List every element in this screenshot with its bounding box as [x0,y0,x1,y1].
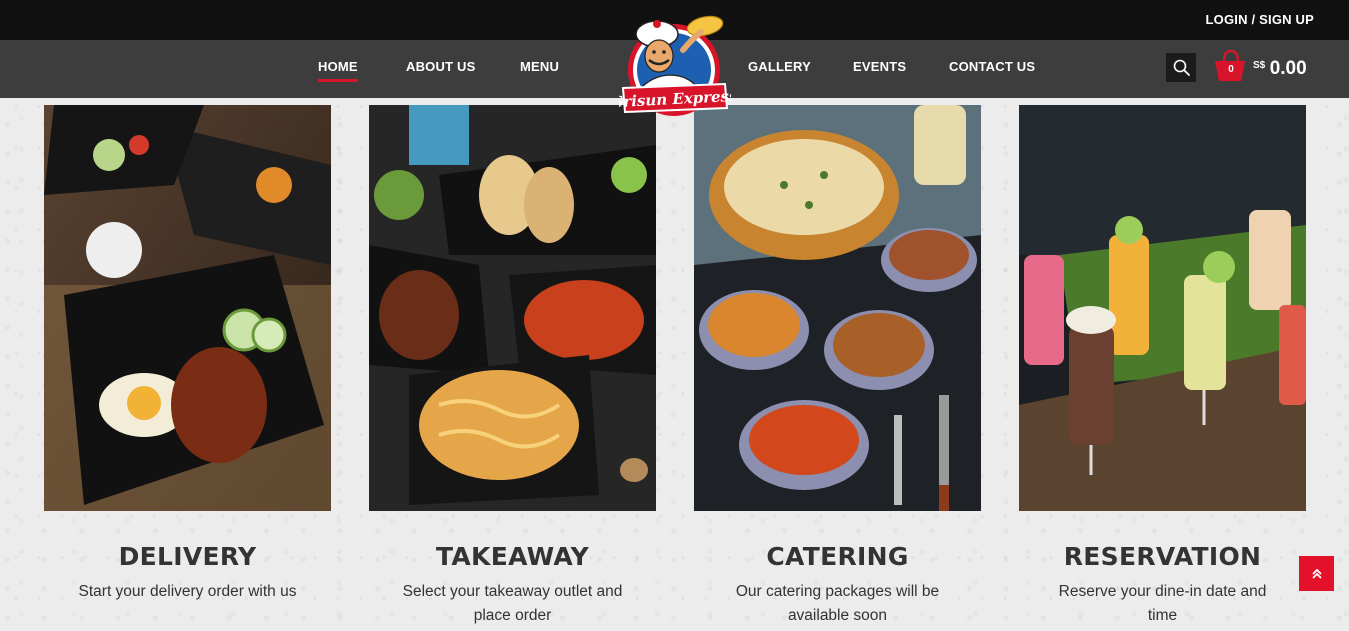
service-title: RESERVATION [1063,542,1262,571]
service-title: TAKEAWAY [435,542,590,571]
service-description: Reserve your dine-in date and time [1058,583,1267,624]
plated-rice-with-fried-egg-photo [44,105,331,511]
nav-about-us[interactable]: ABOUT US [406,59,476,74]
naan-and-curries-photo [694,105,981,511]
service-card-catering[interactable]: CATERING Our catering packages will be a… [694,105,981,628]
service-title: CATERING [766,542,909,571]
wraps-wings-and-fries-photo [369,105,656,511]
cart-currency: S$ [1253,60,1266,71]
cart-count: 0 [1228,64,1234,75]
service-description: Our catering packages will be available … [735,583,940,624]
search-button[interactable] [1166,53,1196,82]
service-title: DELIVERY [118,542,257,571]
cart-amount: 0.00 [1269,58,1307,79]
cart-total: S$ 0.00 [1253,58,1307,80]
nav-events[interactable]: EVENTS [853,59,906,74]
cart-button[interactable]: 0 [1212,47,1248,83]
chef-logo: Srisun Express [612,15,738,116]
login-signup-link[interactable]: LOGIN / SIGN UP [1206,12,1314,27]
scroll-to-top-button[interactable] [1299,556,1334,591]
nav-menu[interactable]: MENU [520,59,559,74]
nav-gallery[interactable]: GALLERY [748,59,811,74]
site-logo[interactable]: Srisun Express [612,12,738,120]
service-description: Select your takeaway outlet and place or… [402,583,623,624]
double-chevron-up-icon [1311,568,1322,579]
nav-home[interactable]: HOME [318,59,358,82]
service-card-takeaway[interactable]: TAKEAWAY Select your takeaway outlet and… [369,105,656,628]
nav-contact-us[interactable]: CONTACT US [949,59,1035,74]
service-card-delivery[interactable]: DELIVERY Start your delivery order with … [44,105,331,604]
service-card-reservation[interactable]: RESERVATION Reserve your dine-in date an… [1019,105,1306,628]
assorted-drinks-photo [1019,105,1306,511]
service-description: Start your delivery order with us [78,583,297,600]
search-icon [1173,59,1190,76]
